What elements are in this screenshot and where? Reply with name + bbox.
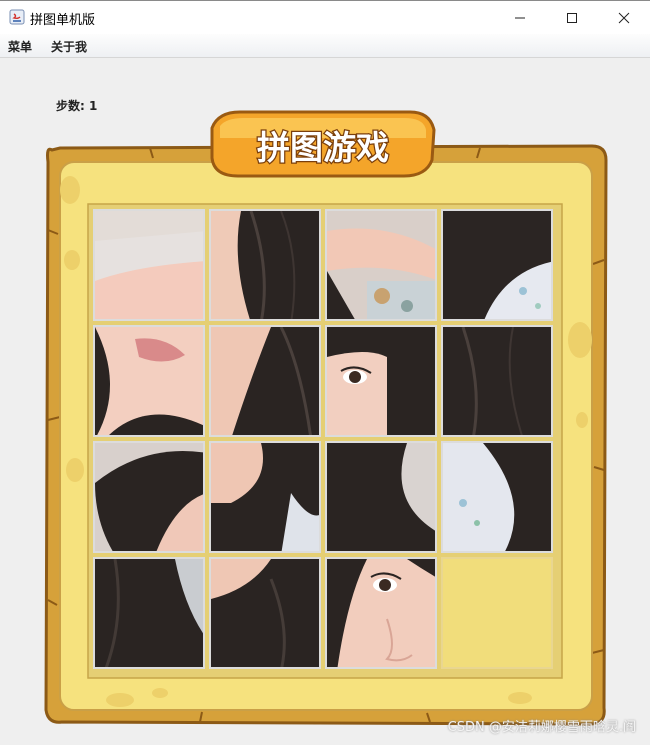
watermark: CSDN @安洁莉娜樱雪雨晗灵.阎 xyxy=(447,720,636,735)
puzzle-tile-r4c2[interactable] xyxy=(209,557,321,669)
puzzle-tile-r3c4[interactable] xyxy=(441,441,553,553)
title-banner: 拼图游戏 xyxy=(210,110,436,178)
puzzle-tile-r3c1[interactable] xyxy=(93,441,205,553)
puzzle-tile-r1c3[interactable] xyxy=(325,209,437,321)
puzzle-tile-r1c4[interactable] xyxy=(441,209,553,321)
empty-tile xyxy=(441,557,553,669)
puzzle-tile-r2c2[interactable] xyxy=(209,325,321,437)
puzzle-tile-r2c4[interactable] xyxy=(441,325,553,437)
puzzle-tile-r2c1[interactable] xyxy=(93,325,205,437)
puzzle-tile-r2c3[interactable] xyxy=(325,325,437,437)
puzzle-tile-r4c3[interactable] xyxy=(325,557,437,669)
puzzle-tile-r1c2[interactable] xyxy=(209,209,321,321)
puzzle-grid xyxy=(93,209,557,673)
banner-title: 拼图游戏 xyxy=(257,128,389,167)
puzzle-tile-r3c3[interactable] xyxy=(325,441,437,553)
puzzle-tile-r4c1[interactable] xyxy=(93,557,205,669)
puzzle-tile-r3c2[interactable] xyxy=(209,441,321,553)
puzzle-tile-r1c1[interactable] xyxy=(93,209,205,321)
